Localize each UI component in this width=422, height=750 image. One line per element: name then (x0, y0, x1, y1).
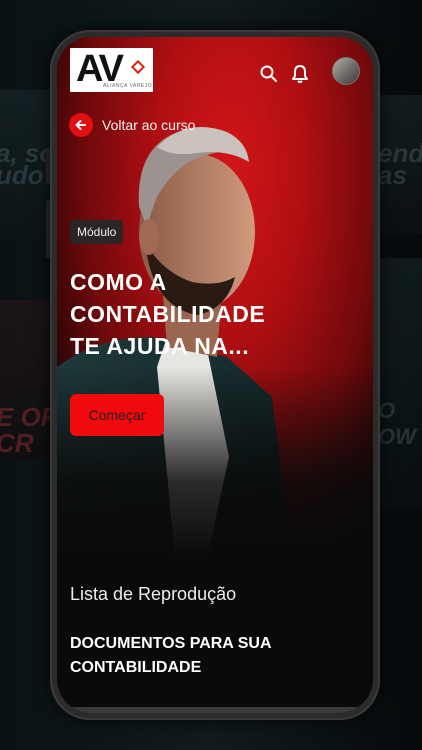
user-avatar[interactable] (332, 57, 360, 85)
bell-icon[interactable] (289, 63, 311, 85)
phone-screen: AV ALIANÇA VAREJO Voltar ao curso Módulo… (57, 37, 373, 713)
back-label: Voltar ao curso (102, 117, 196, 133)
playlist-item-title[interactable]: DOCUMENTOS PARA SUA CONTABILIDADE (70, 632, 340, 680)
phone-frame: AV ALIANÇA VAREJO Voltar ao curso Módulo… (50, 30, 380, 720)
module-badge: Módulo (70, 220, 124, 244)
playlist-heading: Lista de Reprodução (70, 584, 237, 604)
arrow-left-icon (69, 113, 93, 137)
search-icon[interactable] (258, 63, 280, 85)
screen-bottom-edge (57, 707, 373, 713)
background-tile (374, 258, 422, 508)
background-text: O OW (378, 398, 416, 449)
module-title: COMO A CONTABILIDADE TE AJUDA NA... (70, 269, 266, 359)
brand-logo[interactable]: AV ALIANÇA VAREJO (70, 48, 153, 92)
back-to-course-link[interactable]: Voltar ao curso (69, 113, 195, 137)
background-text: E OF CR (0, 402, 57, 458)
logo-subtext: ALIANÇA VAREJO (103, 83, 153, 89)
logo-mark-icon (130, 59, 146, 75)
start-button[interactable]: Começar (70, 394, 164, 436)
background-text: as (378, 160, 407, 190)
